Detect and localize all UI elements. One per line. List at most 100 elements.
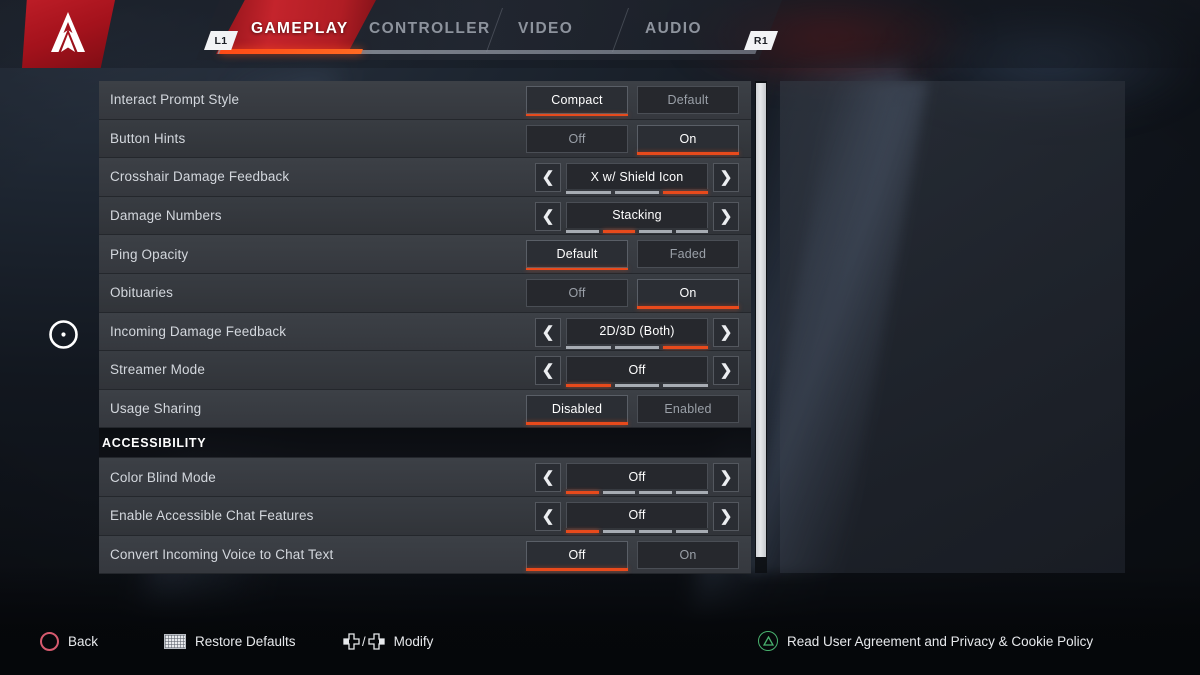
setting-toggle-group: Off On: [526, 540, 739, 571]
setting-row-label: Enable Accessible Chat Features: [110, 508, 314, 524]
setting-row[interactable]: Usage Sharing Disabled Enabled: [99, 389, 751, 429]
setting-toggle-option[interactable]: On: [637, 540, 739, 569]
setting-row[interactable]: Button Hints Off On: [99, 119, 751, 159]
dpad-left-right-icon: /: [343, 632, 385, 650]
chevron-right-icon[interactable]: ❯: [713, 201, 739, 231]
scrollbar-thumb[interactable]: [756, 83, 766, 557]
footer-action-user-agreement[interactable]: Read User Agreement and Privacy & Cookie…: [758, 629, 1093, 653]
setting-toggle-option[interactable]: Default: [637, 86, 739, 114]
settings-scrollbar[interactable]: [755, 81, 767, 573]
setting-stepper-body: Stacking: [566, 201, 708, 233]
setting-row[interactable]: Ping Opacity Default Faded: [99, 235, 751, 274]
setting-stepper-segment: [566, 491, 599, 495]
setting-toggle-option[interactable]: Off: [526, 124, 628, 153]
setting-row-label: Incoming Damage Feedback: [110, 323, 287, 339]
footer-action-modify-label: Modify: [393, 633, 434, 649]
setting-stepper-segment: [639, 491, 672, 495]
chevron-left-icon[interactable]: ❮: [535, 356, 561, 386]
header-bar: GAMEPLAY CONTROLLER VIDEO AUDIO L1 R1: [0, 0, 1200, 68]
setting-stepper-segment: [566, 191, 611, 195]
setting-row[interactable]: Damage Numbers ❮ Stacking ❯: [99, 196, 751, 236]
setting-stepper-segment: [566, 529, 599, 533]
setting-toggle-group: Off On: [526, 124, 739, 155]
setting-toggle-group: Disabled Enabled: [526, 394, 739, 425]
playstation-touchpad-button-icon: [164, 633, 186, 649]
setting-row[interactable]: Crosshair Damage Feedback ❮ X w/ Shield Ic…: [99, 158, 751, 197]
setting-stepper-segment: [566, 229, 599, 233]
setting-row[interactable]: Streamer Mode ❮ Off ❯: [99, 351, 751, 390]
footer-action-restore-defaults-label: Restore Defaults: [195, 633, 296, 649]
setting-stepper-group: ❮ Off ❯: [535, 501, 739, 533]
setting-stepper-segments: [566, 345, 709, 349]
setting-stepper-segment: [602, 491, 635, 495]
setting-toggle-option[interactable]: Enabled: [637, 394, 739, 423]
setting-toggle-option[interactable]: Off: [526, 278, 628, 307]
chevron-right-icon[interactable]: ❯: [713, 463, 739, 493]
chevron-right-icon[interactable]: ❯: [713, 317, 739, 347]
setting-stepper-body: Off: [566, 356, 709, 388]
tab-video[interactable]: VIDEO: [518, 20, 573, 42]
footer-bar: Back Restore Defaults / Modify Read User…: [0, 609, 1200, 675]
setting-stepper-segment: [602, 229, 635, 233]
setting-row[interactable]: Color Blind Mode ❮ Off ❯: [99, 458, 751, 497]
setting-stepper-group: ❮ 2D/3D (Both) ❯: [535, 317, 739, 349]
setting-stepper-segment: [614, 345, 660, 349]
setting-toggle-option[interactable]: On: [637, 124, 739, 155]
setting-row-label: Convert Incoming Voice to Chat Text: [110, 546, 334, 562]
setting-toggle-option[interactable]: Faded: [637, 240, 739, 269]
setting-toggle-option[interactable]: Disabled: [526, 394, 628, 425]
setting-row-label: Interact Prompt Style: [110, 92, 240, 108]
chevron-right-icon[interactable]: ❯: [713, 356, 739, 386]
setting-toggle-option[interactable]: Off: [526, 540, 628, 571]
chevron-left-icon[interactable]: ❮: [535, 201, 561, 231]
tab-underline-active: [219, 49, 363, 54]
setting-stepper-segment: [675, 229, 708, 233]
setting-row-label: Crosshair Damage Feedback: [110, 169, 290, 185]
dpad-left-icon: [343, 632, 360, 650]
chevron-left-icon[interactable]: ❮: [535, 463, 561, 493]
setting-row[interactable]: Convert Incoming Voice to Chat Text Off On: [99, 535, 751, 575]
setting-stepper-segment: [675, 491, 708, 495]
setting-stepper-segment: [614, 191, 660, 195]
tab-gameplay[interactable]: GAMEPLAY: [251, 20, 349, 42]
footer-action-modify[interactable]: / Modify: [343, 629, 433, 653]
chevron-left-icon[interactable]: ❮: [535, 317, 561, 347]
footer-action-back[interactable]: Back: [40, 629, 98, 653]
tab-controller[interactable]: CONTROLLER: [369, 20, 491, 42]
setting-toggle-option[interactable]: Default: [526, 240, 628, 271]
settings-section-header: ACCESSIBILITY: [99, 428, 751, 459]
setting-row-label: Color Blind Mode: [110, 469, 216, 485]
tab-audio[interactable]: AUDIO: [645, 20, 702, 42]
chevron-left-icon[interactable]: ❮: [535, 163, 561, 193]
apex-legends-logo-icon: [51, 12, 85, 52]
chevron-right-icon[interactable]: ❯: [713, 501, 739, 531]
chevron-right-icon[interactable]: ❯: [713, 163, 739, 193]
setting-toggle-group: Off On: [526, 278, 739, 309]
tab-bar: GAMEPLAY CONTROLLER VIDEO AUDIO: [196, 0, 782, 60]
chevron-left-icon[interactable]: ❮: [535, 501, 561, 531]
dpad-right-icon: [367, 632, 385, 650]
setting-stepper-segments: [566, 384, 709, 388]
footer-action-restore-defaults[interactable]: Restore Defaults: [164, 629, 296, 653]
setting-toggle-option[interactable]: Compact: [526, 86, 628, 116]
setting-row-label: Obituaries: [110, 285, 174, 301]
setting-row-label: Button Hints: [110, 130, 186, 146]
setting-row[interactable]: Enable Accessible Chat Features ❮ Off ❯: [99, 496, 751, 536]
setting-toggle-option[interactable]: On: [637, 278, 739, 309]
footer-action-back-label: Back: [68, 633, 99, 649]
setting-stepper-value: X w/ Shield Icon: [566, 163, 708, 190]
setting-row[interactable]: Interact Prompt Style Compact Default: [99, 81, 751, 120]
setting-stepper-group: ❮ Off ❯: [535, 356, 739, 388]
footer-action-user-agreement-label: Read User Agreement and Privacy & Cookie…: [787, 633, 1094, 649]
settings-section-header-label: ACCESSIBILITY: [102, 435, 207, 450]
setting-stepper-segments: [566, 491, 708, 495]
setting-stepper-segment: [639, 529, 672, 533]
setting-row[interactable]: Incoming Damage Feedback ❮ 2D/3D (Both) ❯: [99, 312, 751, 352]
setting-stepper-group: ❮ Off ❯: [535, 463, 739, 495]
reticle-cursor-icon: [49, 320, 78, 349]
setting-row-label: Streamer Mode: [110, 362, 205, 378]
setting-stepper-body: X w/ Shield Icon: [566, 163, 709, 195]
setting-row[interactable]: Obituaries Off On: [99, 273, 751, 313]
setting-row-label: Ping Opacity: [110, 246, 189, 262]
setting-stepper-segment: [675, 529, 708, 533]
